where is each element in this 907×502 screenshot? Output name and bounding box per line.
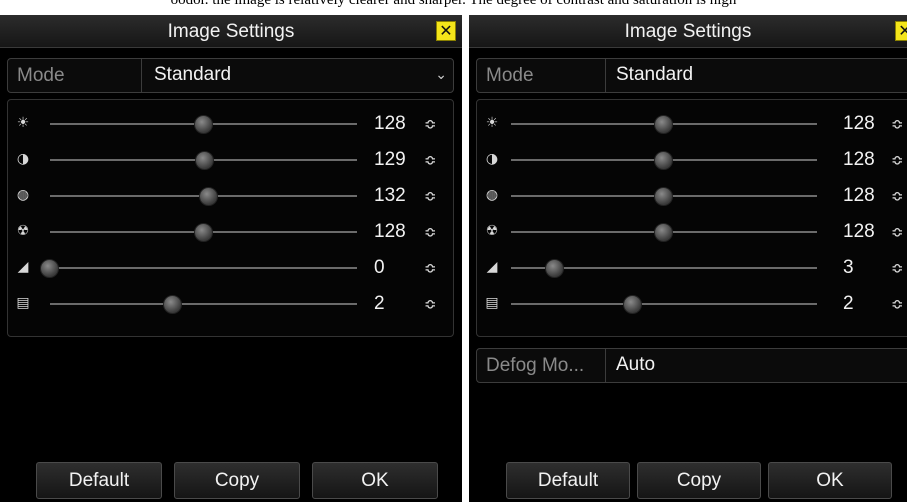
slider-row: ◑ 128 ≎ xyxy=(477,145,907,175)
title-bar: Image Settings ✕ xyxy=(0,15,462,48)
slider-row: ◢ 0 ≎ xyxy=(8,253,453,283)
slider-handle[interactable] xyxy=(193,115,213,134)
slider-row: ☀ 128 ≎ xyxy=(477,109,907,139)
slider-row: ☢ 128 ≎ xyxy=(477,217,907,247)
hue-icon: ☢ xyxy=(16,223,30,239)
slider-value[interactable]: 3 xyxy=(843,255,854,281)
chevron-down-icon: ⌄ xyxy=(435,67,447,83)
mode-value: Standard xyxy=(154,64,232,85)
close-icon[interactable]: ✕ xyxy=(895,21,907,41)
slider-handle[interactable] xyxy=(199,187,219,206)
copy-button[interactable]: Copy xyxy=(174,462,300,499)
spinner-arrows-icon[interactable]: ≎ xyxy=(424,291,437,317)
slider-row: ▤ 2 ≎ xyxy=(477,289,907,319)
slider-track[interactable] xyxy=(511,303,817,305)
slider-value[interactable]: 128 xyxy=(843,147,875,173)
mode-label: Mode xyxy=(477,59,606,92)
spinner-arrows-icon[interactable]: ≎ xyxy=(891,183,904,209)
slider-handle[interactable] xyxy=(40,259,59,278)
mode-value: Standard xyxy=(616,64,694,85)
slider-handle[interactable] xyxy=(545,259,565,278)
slider-value[interactable]: 2 xyxy=(843,291,854,317)
defog-mode-label: Defog Mo... xyxy=(477,349,606,382)
spinner-arrows-icon[interactable]: ≎ xyxy=(891,291,904,317)
defog-mode-value: Auto xyxy=(616,354,656,375)
slider-track[interactable] xyxy=(50,303,357,305)
slider-value[interactable]: 129 xyxy=(374,147,406,173)
slider-value[interactable]: 128 xyxy=(374,219,406,245)
slider-value[interactable]: 128 xyxy=(843,219,875,245)
denoise-icon: ▤ xyxy=(485,295,499,311)
spinner-arrows-icon[interactable]: ≎ xyxy=(424,111,437,137)
spinner-arrows-icon[interactable]: ≎ xyxy=(424,147,437,173)
mode-label: Mode xyxy=(8,59,142,92)
mode-select[interactable]: Mode Standard ⌄ xyxy=(7,58,454,93)
slider-row: ☢ 128 ≎ xyxy=(8,217,453,247)
slider-handle[interactable] xyxy=(162,295,182,314)
slider-row: ◢ 3 ≎ xyxy=(477,253,907,283)
slider-row: ◍ 132 ≎ xyxy=(8,181,453,211)
slider-handle[interactable] xyxy=(193,223,213,242)
saturation-icon: ◍ xyxy=(485,187,499,203)
slider-value[interactable]: 128 xyxy=(843,111,875,137)
slider-value[interactable]: 132 xyxy=(374,183,406,209)
caption-text: oodor. the image is relatively clearer a… xyxy=(170,0,737,8)
saturation-icon: ◍ xyxy=(16,187,30,203)
slider-value[interactable]: 2 xyxy=(374,291,385,317)
slider-row: ☀ 128 ≎ xyxy=(8,109,453,139)
title-bar: Image Settings ✕ xyxy=(469,15,907,48)
brightness-icon: ☀ xyxy=(485,115,499,131)
spinner-arrows-icon[interactable]: ≎ xyxy=(424,183,437,209)
slider-row: ▤ 2 ≎ xyxy=(8,289,453,319)
slider-handle[interactable] xyxy=(654,187,673,206)
default-button[interactable]: Default xyxy=(36,462,162,499)
slider-row: ◍ 128 ≎ xyxy=(477,181,907,211)
spinner-arrows-icon[interactable]: ≎ xyxy=(891,219,904,245)
ok-button[interactable]: OK xyxy=(312,462,438,499)
slider-handle[interactable] xyxy=(654,151,673,170)
slider-value[interactable]: 0 xyxy=(374,255,385,281)
contrast-icon: ◑ xyxy=(16,151,30,167)
sharpness-icon: ◢ xyxy=(486,259,498,275)
hue-icon: ☢ xyxy=(485,223,499,239)
spinner-arrows-icon[interactable]: ≎ xyxy=(424,219,437,245)
default-button[interactable]: Default xyxy=(506,462,630,499)
contrast-icon: ◑ xyxy=(485,151,499,167)
spinner-arrows-icon[interactable]: ≎ xyxy=(891,255,904,281)
slider-handle[interactable] xyxy=(195,151,215,170)
spinner-arrows-icon[interactable]: ≎ xyxy=(891,147,904,173)
close-icon[interactable]: ✕ xyxy=(436,21,456,41)
slider-value[interactable]: 128 xyxy=(374,111,406,137)
slider-handle[interactable] xyxy=(654,115,673,134)
slider-track[interactable] xyxy=(50,267,357,269)
image-settings-dialog-right: Image Settings ✕ Mode Standard ⌄ ☀ 128 ≎ ◑ 1… xyxy=(469,15,907,502)
slider-row: ◑ 129 ≎ xyxy=(8,145,453,175)
dialog-title: Image Settings xyxy=(624,21,752,42)
defog-mode-select[interactable]: Defog Mo... Auto ⌄ xyxy=(476,348,907,383)
slider-handle[interactable] xyxy=(654,223,673,242)
image-settings-dialog-left: Image Settings ✕ Mode Standard ⌄ ☀ 128 ≎ ◑ 1… xyxy=(0,15,462,502)
mode-select[interactable]: Mode Standard ⌄ xyxy=(476,58,907,93)
slider-handle[interactable] xyxy=(623,295,643,314)
sliders-group: ☀ 128 ≎ ◑ 128 ≎ ◍ 128 ≎ ☢ 128 ≎ ◢ 3 ≎ ▤ 2 ≎ xyxy=(476,99,907,337)
spinner-arrows-icon[interactable]: ≎ xyxy=(891,111,904,137)
sliders-group: ☀ 128 ≎ ◑ 129 ≎ ◍ 132 ≎ ☢ 128 ≎ ◢ 0 ≎ ▤ 2 ≎ xyxy=(7,99,454,337)
denoise-icon: ▤ xyxy=(16,295,30,311)
sharpness-icon: ◢ xyxy=(17,259,29,275)
dialog-title: Image Settings xyxy=(167,21,295,42)
copy-button[interactable]: Copy xyxy=(637,462,761,499)
spinner-arrows-icon[interactable]: ≎ xyxy=(424,255,437,281)
slider-value[interactable]: 128 xyxy=(843,183,875,209)
brightness-icon: ☀ xyxy=(16,115,30,131)
ok-button[interactable]: OK xyxy=(768,462,892,499)
